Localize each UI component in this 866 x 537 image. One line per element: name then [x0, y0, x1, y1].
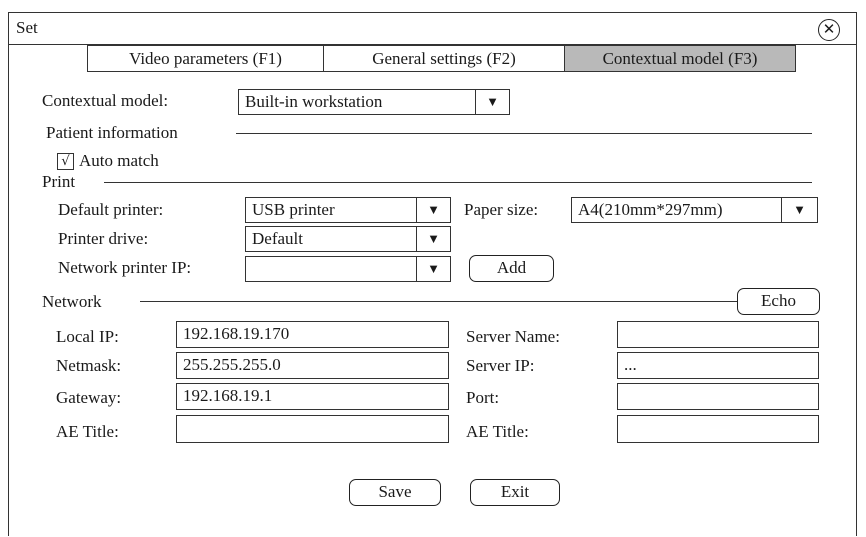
tab-contextual-model[interactable]: Contextual model (F3)	[564, 45, 796, 72]
ae-title-field[interactable]	[176, 415, 449, 443]
paper-size-value: A4(210mm*297mm)	[578, 200, 723, 219]
network-printer-ip-label: Network printer IP:	[58, 258, 192, 277]
local-ip-label: Local IP:	[56, 327, 119, 346]
ae-title-label: AE Title:	[56, 422, 119, 441]
tab-video-parameters[interactable]: Video parameters (F1)	[87, 45, 324, 72]
save-button[interactable]: Save	[349, 479, 441, 506]
paper-size-select[interactable]: A4(210mm*297mm) ▼	[571, 197, 818, 223]
gateway-label: Gateway:	[56, 388, 122, 407]
print-divider	[104, 182, 812, 183]
printer-drive-value: Default	[252, 229, 303, 248]
printer-drive-select[interactable]: Default ▼	[245, 226, 451, 252]
gateway-field[interactable]: 192.168.19.1	[176, 383, 449, 410]
server-name-field[interactable]	[617, 321, 819, 348]
dropdown-arrow-icon[interactable]: ▼	[416, 198, 450, 222]
dropdown-arrow-icon[interactable]: ▼	[781, 198, 817, 222]
contextual-model-label: Contextual model:	[42, 91, 169, 110]
server-ae-title-label: AE Title:	[466, 422, 529, 441]
close-icon[interactable]: ✕	[818, 19, 840, 41]
local-ip-field[interactable]: 192.168.19.170	[176, 321, 449, 348]
netmask-label: Netmask:	[56, 356, 122, 375]
auto-match-checkbox[interactable]: √	[57, 153, 74, 170]
paper-size-label: Paper size:	[464, 200, 539, 219]
contextual-model-value: Built-in workstation	[245, 92, 383, 111]
add-button[interactable]: Add	[469, 255, 554, 282]
dropdown-arrow-icon[interactable]: ▼	[475, 90, 509, 114]
server-ip-field[interactable]: ...	[617, 352, 819, 379]
dropdown-arrow-icon[interactable]: ▼	[416, 227, 450, 251]
patient-info-section: Patient information	[46, 123, 178, 142]
server-ae-title-field[interactable]	[617, 415, 819, 443]
default-printer-select[interactable]: USB printer ▼	[245, 197, 451, 223]
dropdown-arrow-icon[interactable]: ▼	[416, 257, 450, 281]
auto-match-label: Auto match	[79, 151, 159, 170]
patient-info-divider	[236, 133, 812, 134]
port-field[interactable]	[617, 383, 819, 410]
network-divider	[140, 301, 737, 302]
network-printer-ip-select[interactable]: ▼	[245, 256, 451, 282]
tab-general-settings[interactable]: General settings (F2)	[323, 45, 565, 72]
echo-button[interactable]: Echo	[737, 288, 820, 315]
server-ip-label: Server IP:	[466, 356, 535, 375]
network-section: Network	[42, 292, 102, 311]
window-title: Set	[16, 18, 38, 37]
port-label: Port:	[466, 388, 500, 407]
netmask-field[interactable]: 255.255.255.0	[176, 352, 449, 379]
print-section: Print	[42, 172, 76, 191]
contextual-model-select[interactable]: Built-in workstation ▼	[238, 89, 510, 115]
printer-drive-label: Printer drive:	[58, 229, 149, 248]
server-name-label: Server Name:	[466, 327, 560, 346]
exit-button[interactable]: Exit	[470, 479, 560, 506]
default-printer-label: Default printer:	[58, 200, 164, 219]
default-printer-value: USB printer	[252, 200, 335, 219]
